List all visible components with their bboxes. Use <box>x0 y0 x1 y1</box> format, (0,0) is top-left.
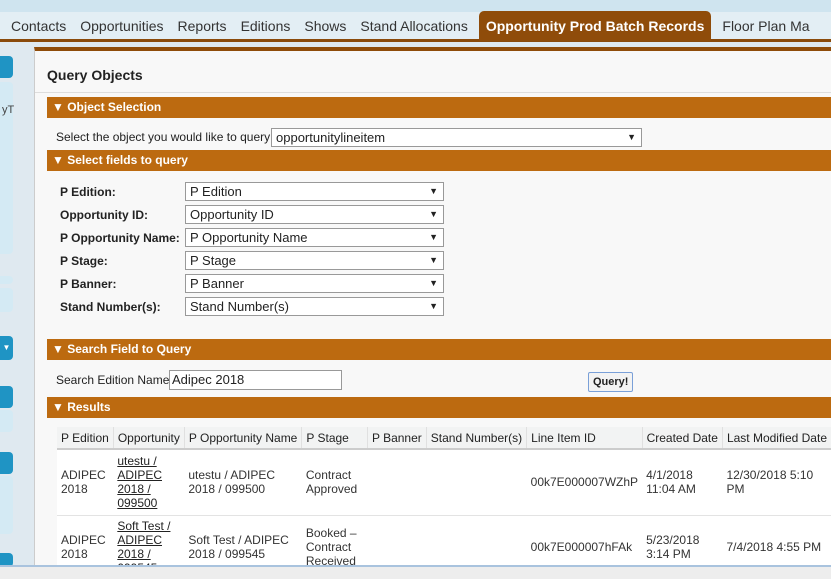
table-cell <box>367 449 427 516</box>
field-select[interactable]: P Banner ▼ <box>185 274 444 293</box>
tab-shows[interactable]: Shows <box>297 11 353 41</box>
section-title: Select fields to query <box>67 153 188 167</box>
field-label: Stand Number(s): <box>60 300 161 314</box>
dropdown-arrow-icon: ▼ <box>429 186 438 196</box>
opportunity-link[interactable]: utestu / ADIPEC 2018 / 099500 <box>117 454 162 510</box>
sidebar: yT ▼ <box>0 48 28 568</box>
object-prompt: Select the object you would like to quer… <box>56 130 271 144</box>
sidebar-panel <box>0 276 13 284</box>
field-select[interactable]: P Edition ▼ <box>185 182 444 201</box>
field-select[interactable]: Stand Number(s) ▼ <box>185 297 444 316</box>
column-header[interactable]: P Banner <box>367 427 427 450</box>
sidebar-text: yT <box>2 104 14 116</box>
column-header[interactable]: P Stage <box>301 427 368 450</box>
results-table: P Edition Opportunity P Opportunity Name P … <box>57 427 831 571</box>
table-cell: utestu / ADIPEC 2018 / 099500 <box>113 449 185 516</box>
field-select-value: P Edition <box>190 184 242 199</box>
field-select-value: P Stage <box>190 253 237 268</box>
field-label: P Stage: <box>60 254 108 268</box>
sidebar-panel <box>0 476 13 534</box>
section-results[interactable]: ▼ Results <box>47 397 831 418</box>
table-cell: 12/30/2018 5:10 PM <box>722 449 831 516</box>
bottom-bar <box>0 565 831 579</box>
dropdown-arrow-icon: ▼ <box>429 232 438 242</box>
sidebar-panel: yT <box>0 82 14 254</box>
table-cell: 00k7E000007hFAk <box>526 515 643 571</box>
tab-opportunity-prod-batch-records[interactable]: Opportunity Prod Batch Records <box>478 10 712 41</box>
search-label: Search Edition Name <box>56 373 170 387</box>
tab-reports[interactable]: Reports <box>171 11 234 41</box>
table-cell <box>426 449 527 516</box>
column-header[interactable]: Line Item ID <box>526 427 643 450</box>
tab-contacts[interactable]: Contacts <box>4 11 73 41</box>
table-cell <box>367 515 427 571</box>
field-label: Opportunity ID: <box>60 208 148 222</box>
dropdown-arrow-icon: ▼ <box>429 209 438 219</box>
column-header[interactable]: Stand Number(s) <box>426 427 528 450</box>
field-label: P Banner: <box>60 277 117 291</box>
table-cell <box>426 515 527 571</box>
column-header[interactable]: Created Date <box>642 427 723 450</box>
section-select-fields[interactable]: ▼ Select fields to query <box>47 150 831 171</box>
field-select[interactable]: P Opportunity Name ▼ <box>185 228 444 247</box>
column-header[interactable]: P Opportunity Name <box>184 427 303 450</box>
section-object-selection[interactable]: ▼ Object Selection <box>47 97 831 118</box>
table-cell: ADIPEC 2018 <box>57 515 114 571</box>
table-cell: 7/4/2018 4:55 PM <box>722 515 831 571</box>
divider <box>35 92 831 93</box>
table-cell: Soft Test / ADIPEC 2018 / 099545 <box>113 515 185 572</box>
object-select-value: opportunitylineitem <box>276 130 386 145</box>
sidebar-panel <box>0 410 13 432</box>
section-title: Results <box>67 400 111 414</box>
table-cell: 5/23/2018 3:14 PM <box>642 515 723 571</box>
sidebar-button[interactable] <box>0 386 13 408</box>
field-select-value: Opportunity ID <box>190 207 274 222</box>
field-select-value: P Banner <box>190 276 244 291</box>
sidebar-button[interactable] <box>0 452 13 474</box>
opportunity-link[interactable]: Soft Test / ADIPEC 2018 / 099545 <box>117 519 170 572</box>
sidebar-button[interactable] <box>0 56 13 78</box>
field-select-value: Stand Number(s) <box>190 299 289 314</box>
query-button[interactable]: Query! <box>588 372 634 392</box>
column-header[interactable]: P Edition <box>57 427 114 450</box>
table-cell: ADIPEC 2018 <box>57 449 114 516</box>
table-cell: 00k7E000007WZhP <box>526 449 643 516</box>
section-title: Object Selection <box>67 100 162 114</box>
table-cell: Soft Test / ADIPEC 2018 / 099545 <box>184 515 302 571</box>
search-edition-input[interactable]: Adipec 2018 <box>169 370 342 390</box>
tab-stand-allocations[interactable]: Stand Allocations <box>353 11 474 41</box>
dropdown-arrow-icon: ▼ <box>429 278 438 288</box>
field-select[interactable]: Opportunity ID ▼ <box>185 205 444 224</box>
table-row: ADIPEC 2018 utestu / ADIPEC 2018 / 099500… <box>57 449 831 516</box>
table-cell: Booked – Contract Received <box>301 515 368 571</box>
chevron-down-icon[interactable]: ▼ <box>0 336 13 360</box>
field-label: P Edition: <box>60 185 116 199</box>
dropdown-arrow-icon: ▼ <box>627 132 636 142</box>
dropdown-arrow-icon: ▼ <box>429 255 438 265</box>
section-search-field[interactable]: ▼ Search Field to Query <box>47 339 831 360</box>
table-cell: 4/1/2018 11:04 AM <box>642 449 723 516</box>
main-panel: Query Objects ▼ Object Selection Select … <box>34 47 831 571</box>
field-label: P Opportunity Name: <box>60 231 180 245</box>
dropdown-arrow-icon: ▼ <box>429 301 438 311</box>
column-header[interactable]: Opportunity <box>113 427 185 450</box>
page-title: Query Objects <box>47 67 143 83</box>
field-select-value: P Opportunity Name <box>190 230 308 245</box>
section-title: Search Field to Query <box>67 342 192 356</box>
table-row: ADIPEC 2018Soft Test / ADIPEC 2018 / 099… <box>57 515 831 571</box>
tab-opportunities[interactable]: Opportunities <box>73 11 170 41</box>
tab-bar: Contacts Opportunities Reports Editions Show… <box>0 10 831 42</box>
table-cell: Contract Approved <box>301 449 368 516</box>
object-select[interactable]: opportunitylineitem ▼ <box>271 128 642 147</box>
table-cell: utestu / ADIPEC 2018 / 099500 <box>184 449 302 516</box>
tab-editions[interactable]: Editions <box>234 11 298 41</box>
tab-floor-plan-ma[interactable]: Floor Plan Ma <box>715 11 816 41</box>
sidebar-panel <box>0 288 13 312</box>
field-select[interactable]: P Stage ▼ <box>185 251 444 270</box>
results-table-wrapper: P Edition Opportunity P Opportunity Name P … <box>57 427 831 571</box>
column-header[interactable]: Last Modified Date <box>722 427 831 450</box>
